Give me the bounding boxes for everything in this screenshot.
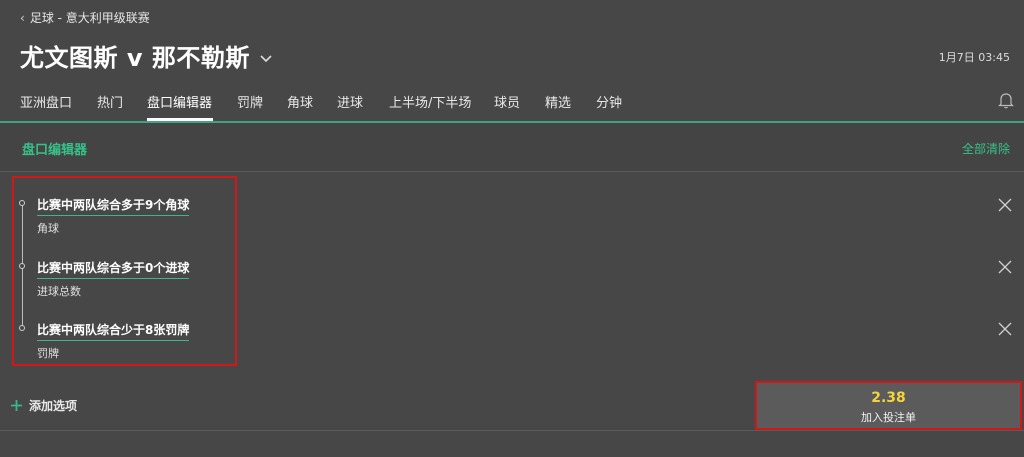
match-title: 尤文图斯 v 那不勒斯 [20,44,250,72]
bet-builder-header: 盘口编辑器 全部清除 [0,123,1024,172]
clear-all-button[interactable]: 全部清除 [962,140,1010,157]
tab-halves[interactable]: 上半场/下半场 [389,92,471,111]
tab-minutes[interactable]: 分钟 [596,92,622,111]
tab-asian-handicap[interactable]: 亚洲盘口 [20,92,72,111]
match-datetime: 1月7日 03:45 [938,51,1010,64]
tab-bet-builder[interactable]: 盘口编辑器 [147,92,212,111]
bet-builder-title: 盘口编辑器 [22,143,88,158]
selections-highlight [12,176,237,366]
breadcrumb[interactable]: ‹ 足球 - 意大利甲级联赛 [20,9,150,26]
add-to-betslip-button[interactable]: 2.38 加入投注单 [755,381,1022,430]
tab-goals[interactable]: 进球 [337,92,363,111]
plus-icon [11,400,22,411]
chevron-left-icon: ‹ [20,10,25,25]
tab-corners[interactable]: 角球 [287,92,313,111]
market-tabs: 亚洲盘口 热门 盘口编辑器 罚牌 角球 进球 上半场/下半场 球员 精选 分钟 [0,84,1024,122]
tab-featured[interactable]: 精选 [545,92,571,111]
breadcrumb-text: 足球 - 意大利甲级联赛 [29,11,150,25]
close-icon[interactable] [998,322,1012,336]
add-option-button[interactable]: 添加选项 [10,397,77,414]
add-option-label: 添加选项 [29,399,78,413]
chevron-down-icon[interactable] [258,50,274,66]
match-title-row: 尤文图斯 v 那不勒斯 [20,38,274,73]
close-icon[interactable] [998,198,1012,212]
tab-cards[interactable]: 罚牌 [237,92,263,111]
close-icon[interactable] [998,260,1012,274]
match-header: ‹ 足球 - 意大利甲级联赛 尤文图斯 v 那不勒斯 1月7日 03:45 亚洲… [0,0,1024,122]
bell-icon[interactable] [998,91,1014,109]
footer-divider [0,430,1024,431]
tab-popular[interactable]: 热门 [97,92,123,111]
add-to-betslip-label: 加入投注单 [861,411,916,424]
combined-odds: 2.38 [871,390,906,406]
tab-players[interactable]: 球员 [494,92,520,111]
